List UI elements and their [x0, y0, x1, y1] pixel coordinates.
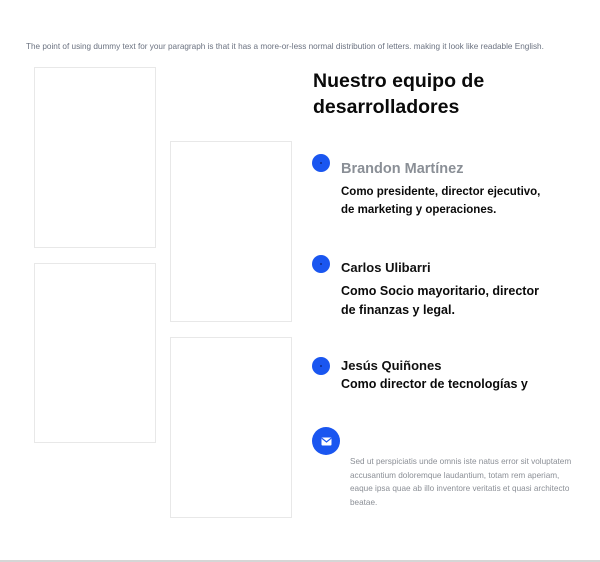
- member-role: Como Socio mayoritario, director de fina…: [341, 282, 576, 320]
- team-photo-placeholder: [170, 141, 292, 322]
- section-title: Nuestro equipo de desarrolladores: [313, 68, 573, 120]
- section-title-line: desarrolladores: [313, 96, 460, 118]
- member-role-line: Como Socio mayoritario, director: [341, 284, 539, 298]
- contact-description: Sed ut perspiciatis unde omnis iste natu…: [350, 457, 572, 507]
- section-title-line: Nuestro equipo de: [313, 70, 485, 92]
- team-photo-placeholder: [34, 67, 156, 248]
- team-photo-placeholder: [170, 337, 292, 518]
- member-role-line: Como director de tecnologías y: [341, 377, 528, 391]
- member-role: Como presidente, director ejecutivo, de …: [341, 183, 576, 219]
- member-name: Carlos Ulibarri: [341, 260, 431, 275]
- email-button[interactable]: [312, 427, 340, 455]
- member-name: Jesús Quiñones: [341, 358, 442, 373]
- member-name: Brandon Martínez: [341, 161, 464, 177]
- member-role-line: de marketing y operaciones.: [341, 204, 497, 216]
- member-role-line: de finanzas y legal.: [341, 303, 455, 317]
- member-role-line: Como presidente, director ejecutivo,: [341, 186, 541, 198]
- member-role: Como director de tecnologías y: [341, 375, 576, 394]
- intro-paragraph: The point of using dummy text for your p…: [26, 42, 544, 51]
- envelope-icon: [320, 437, 332, 445]
- bullet-dot-icon: [312, 255, 330, 273]
- team-photo-placeholder: [34, 263, 156, 443]
- bullet-dot-icon: [312, 357, 330, 375]
- bullet-dot-icon: [312, 154, 330, 172]
